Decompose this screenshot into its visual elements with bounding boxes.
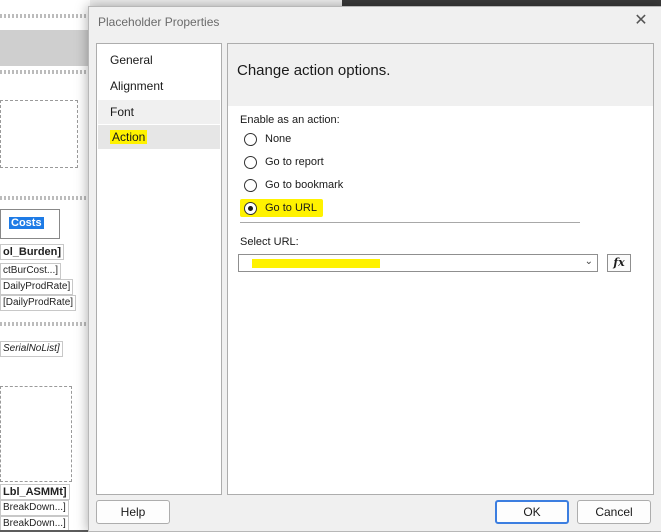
close-icon[interactable]: ✕	[632, 11, 650, 31]
nav-item-alignment[interactable]: Alignment	[98, 74, 220, 98]
report-field: [DailyProdRate]	[0, 295, 77, 311]
expression-button[interactable]: fx	[607, 254, 631, 272]
chevron-down-icon[interactable]: ⌄	[585, 256, 593, 267]
section-divider	[240, 222, 580, 223]
select-url-label: Select URL:	[240, 236, 299, 248]
radio-go-to-url[interactable]: Go to URL	[240, 199, 323, 217]
radio-button[interactable]	[244, 178, 257, 192]
panel-heading: Change action options.	[237, 62, 391, 79]
radio-label: Go to report	[265, 156, 324, 168]
report-field: DailyProdRate]	[0, 279, 74, 295]
radio-button[interactable]	[244, 155, 257, 169]
placeholder-properties-dialog: Placeholder Properties ✕ General Alignme…	[88, 6, 661, 532]
radio-none[interactable]: None	[244, 130, 291, 148]
report-field: ol_Burden]	[0, 244, 65, 260]
band-separator	[0, 196, 90, 200]
url-value-redacted	[252, 259, 380, 268]
radio-button-selected[interactable]	[244, 201, 257, 215]
radio-label: Go to URL	[265, 202, 317, 214]
report-field: SerialNoList]	[0, 341, 63, 357]
costs-label: Costs	[9, 217, 44, 229]
ok-button[interactable]: OK	[495, 500, 569, 524]
dialog-title: Placeholder Properties	[98, 15, 220, 29]
radio-label: None	[265, 133, 292, 145]
report-header-band	[0, 30, 90, 66]
enable-action-label: Enable as an action:	[240, 114, 340, 126]
report-field: ctBurCost...]	[0, 263, 62, 279]
costs-textbox: Costs	[0, 209, 60, 239]
band-separator	[0, 14, 90, 18]
report-placeholder-box	[0, 100, 78, 168]
report-placeholder-box	[0, 386, 72, 482]
report-field: BreakDown...]	[0, 500, 69, 516]
nav-item-action[interactable]: Action	[98, 125, 220, 149]
nav-item-action-label: Action	[110, 130, 148, 144]
band-separator	[0, 322, 90, 326]
radio-go-to-report[interactable]: Go to report	[244, 153, 324, 171]
panel-header: Change action options.	[228, 44, 653, 106]
nav-item-font[interactable]: Font	[98, 100, 220, 124]
radio-button[interactable]	[244, 132, 257, 146]
radio-label: Go to bookmark	[265, 179, 344, 191]
cancel-button[interactable]: Cancel	[577, 500, 651, 524]
report-field: Lbl_ASMMt]	[0, 484, 70, 500]
help-button[interactable]: Help	[96, 500, 170, 524]
nav-item-general[interactable]: General	[98, 48, 220, 72]
action-options-panel: Change action options. Enable as an acti…	[227, 43, 654, 495]
report-field: BreakDown...]	[0, 516, 69, 530]
properties-nav: General Alignment Font Action	[96, 43, 222, 495]
band-separator	[0, 70, 90, 74]
radio-go-to-bookmark[interactable]: Go to bookmark	[244, 176, 343, 194]
report-design-surface: Costs ol_Burden] ctBurCost...] DailyProd…	[0, 0, 90, 530]
url-dropdown[interactable]: ⌄	[238, 254, 598, 272]
